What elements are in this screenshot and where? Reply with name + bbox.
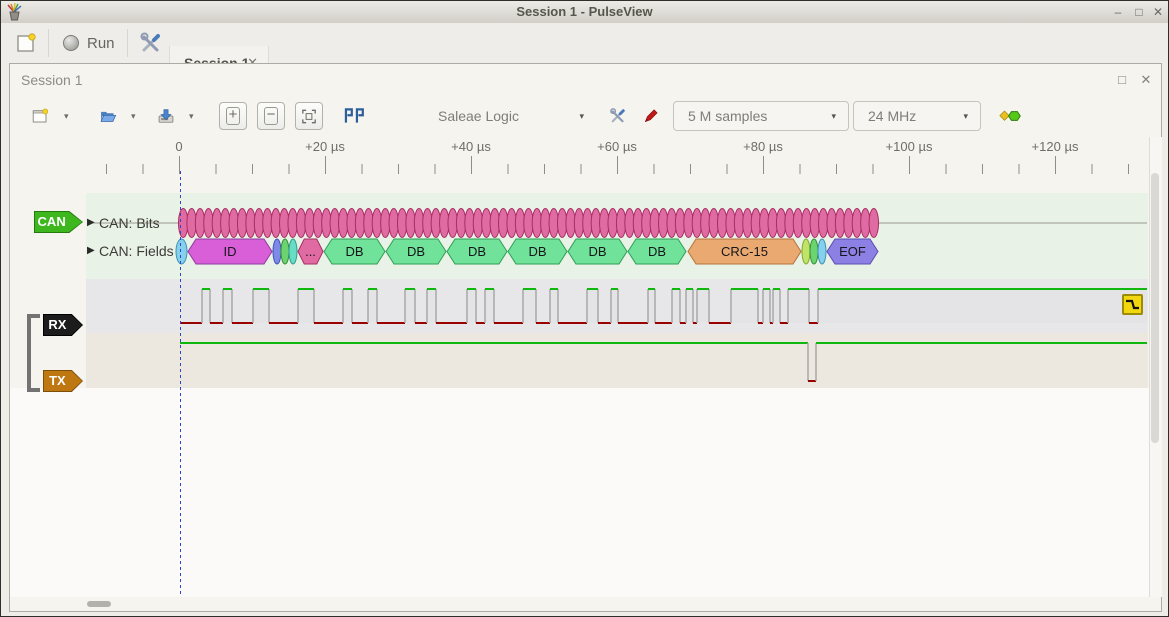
device-config-button[interactable] — [603, 102, 633, 130]
decoder-tag-can[interactable]: CAN — [34, 211, 83, 233]
open-dropdown[interactable]: ▾ — [125, 102, 141, 130]
ruler-time-label: +40 µs — [451, 139, 491, 154]
rx-trace-band — [86, 279, 1148, 333]
decoder-tag-label: CAN — [34, 214, 69, 229]
sample-count-select[interactable]: 5 M samples ▾ — [673, 101, 849, 131]
zoom-fit-icon — [302, 108, 316, 125]
channel-tag-rx[interactable]: RX — [43, 314, 83, 336]
ruler-time-label: 0 — [175, 139, 182, 154]
dock-float-button[interactable]: □ — [1113, 72, 1131, 88]
trigger-markers-button[interactable] — [337, 102, 371, 130]
run-state-icon — [63, 35, 79, 51]
channel-group-bracket[interactable] — [27, 314, 31, 392]
falling-edge-trigger-marker[interactable] — [1122, 294, 1143, 315]
dock-title: Session 1 — [21, 72, 82, 88]
tools-icon — [139, 31, 163, 55]
save-button[interactable] — [151, 102, 181, 130]
new-session-button[interactable] — [9, 26, 43, 60]
horizontal-scrollbar-handle[interactable] — [87, 601, 111, 607]
open-folder-icon — [99, 104, 117, 128]
bits-row-label: CAN: Bits — [99, 215, 160, 231]
zoom-in-icon: + — [226, 107, 240, 125]
zoom-out-icon: − — [264, 107, 278, 125]
device-selector[interactable]: Saleae Logic ▾ — [426, 101, 596, 131]
new-document-icon — [15, 32, 37, 54]
sample-count-value: 5 M samples — [688, 108, 767, 124]
fields-row-expander[interactable]: ▶ — [87, 245, 95, 256]
settings-button[interactable] — [133, 26, 169, 60]
ruler-time-label: +120 µs — [1032, 139, 1079, 154]
zoom-out-button[interactable]: − — [257, 102, 285, 130]
probe-icon — [643, 103, 659, 129]
fields-row-label: CAN: Fields — [99, 243, 174, 259]
chevron-down-icon: ▾ — [963, 111, 968, 122]
new-view-dropdown[interactable]: ▾ — [58, 102, 74, 130]
window-maximize-button[interactable]: □ — [1130, 3, 1148, 21]
chevron-down-icon: ▾ — [831, 111, 836, 122]
new-view-icon — [31, 104, 49, 128]
channel-tag-label: RX — [43, 317, 72, 332]
toolbar-separator — [48, 29, 49, 57]
open-button[interactable] — [93, 102, 123, 130]
trigger-flags-icon — [343, 104, 365, 128]
pulseview-window: Session 1 - PulseView – □ ✕ Run — [0, 0, 1169, 617]
falling-edge-icon — [1124, 296, 1141, 313]
save-dropdown[interactable]: ▾ — [183, 102, 199, 130]
window-close-button[interactable]: ✕ — [1149, 3, 1167, 21]
main-toolbar: Run Session 1 ✕ — [1, 23, 1168, 63]
device-name: Saleae Logic — [438, 108, 519, 124]
channel-tag-tx[interactable]: TX — [43, 370, 83, 392]
run-button[interactable]: Run — [57, 26, 121, 60]
channel-group-bracket-arm — [27, 388, 40, 392]
vertical-scrollbar-handle[interactable] — [1151, 173, 1159, 443]
ruler-time-label: +60 µs — [597, 139, 637, 154]
sample-rate-select[interactable]: 24 MHz ▾ — [853, 101, 981, 131]
zoom-fit-button[interactable] — [295, 102, 323, 130]
decoder-icon — [999, 106, 1021, 126]
chevron-down-icon: ▾ — [579, 111, 584, 122]
window-minimize-button[interactable]: – — [1109, 3, 1127, 21]
zoom-in-button[interactable]: + — [219, 102, 247, 130]
add-decoder-button[interactable] — [993, 102, 1027, 130]
decode-trace-band — [86, 193, 1148, 279]
empty-trace-area — [10, 388, 1149, 597]
tx-trace-band — [86, 333, 1148, 388]
tools-icon — [609, 103, 627, 129]
window-titlebar: Session 1 - PulseView – □ ✕ — [1, 1, 1168, 24]
window-title: Session 1 - PulseView — [1, 4, 1168, 19]
sample-rate-value: 24 MHz — [868, 108, 916, 124]
dock-close-button[interactable]: ✕ — [1137, 72, 1155, 88]
ruler-time-label: +80 µs — [743, 139, 783, 154]
new-view-button[interactable] — [25, 102, 55, 130]
channel-tag-label: TX — [43, 373, 72, 388]
ruler-time-label: +20 µs — [305, 139, 345, 154]
run-button-label: Run — [87, 35, 115, 52]
ruler-time-label: +100 µs — [886, 139, 933, 154]
toolbar-separator — [127, 29, 128, 57]
channel-group-bracket-arm — [27, 314, 40, 318]
save-icon — [157, 104, 175, 128]
channels-button[interactable] — [637, 102, 665, 130]
bits-row-expander[interactable]: ▶ — [87, 217, 95, 228]
